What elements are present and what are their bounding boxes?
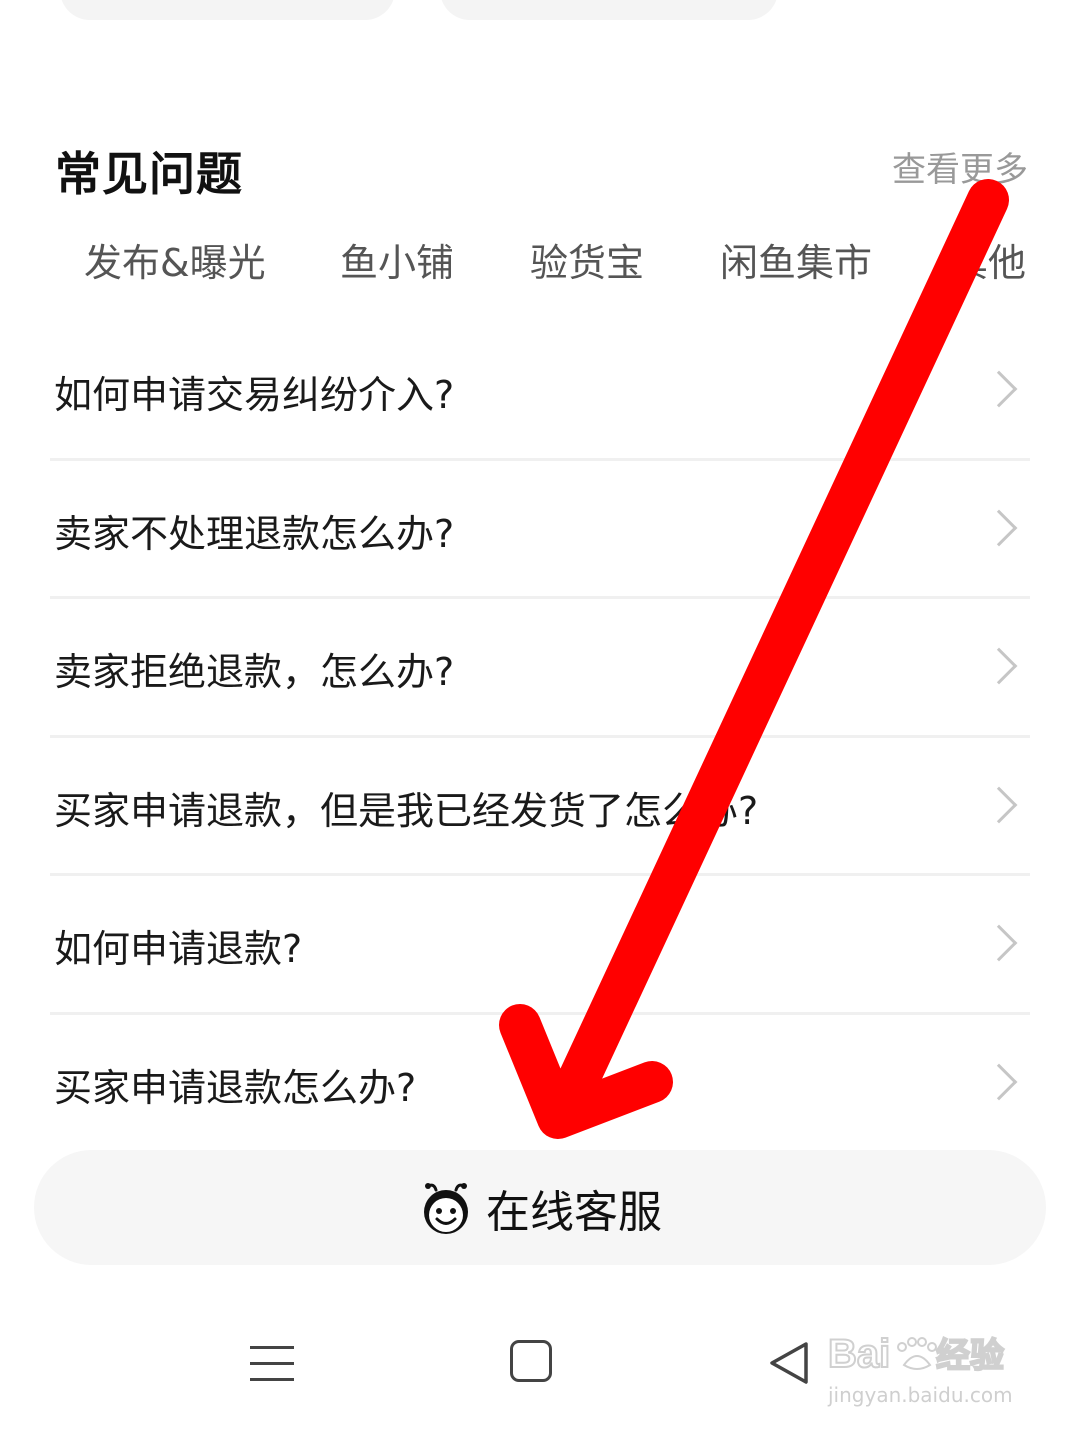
faq-question: 如何申请交易纠纷介入? <box>54 373 455 417</box>
watermark-url: jingyan.baidu.com <box>828 1383 1013 1407</box>
chevron-right-icon <box>980 1063 1018 1100</box>
tab-fish-shop[interactable]: 鱼小铺 <box>340 232 454 287</box>
svg-text:Bai: Bai <box>828 1332 890 1376</box>
top-card-left[interactable] <box>60 0 395 20</box>
tab-fish-market[interactable]: 闲鱼集市 <box>720 232 872 287</box>
tab-publish-exposure[interactable]: 发布&曝光 <box>84 232 266 287</box>
back-icon[interactable] <box>766 1340 812 1386</box>
faq-question: 卖家不处理退款怎么办? <box>54 511 455 556</box>
faq-tabs: 发布&曝光 鱼小铺 验货宝 闲鱼集市 其他 <box>0 232 1080 302</box>
chevron-right-icon <box>980 924 1018 962</box>
faq-header: 常见问题 查看更多 <box>55 128 1028 208</box>
faq-list: 如何申请交易纠纷介入? 卖家不处理退款怎么办? 卖家拒绝退款，怎么办? 买家申请… <box>50 322 1030 1153</box>
faq-item[interactable]: 卖家拒绝退款，怎么办? <box>50 599 1030 738</box>
bee-mascot-icon <box>424 1182 468 1234</box>
faq-item[interactable]: 买家申请退款怎么办? <box>50 1015 1030 1154</box>
tab-inspection[interactable]: 验货宝 <box>530 232 644 287</box>
faq-item[interactable]: 如何申请交易纠纷介入? <box>50 322 1030 461</box>
tab-other[interactable]: 其他 <box>950 232 1026 287</box>
chevron-right-icon <box>980 509 1018 546</box>
faq-question: 卖家拒绝退款，怎么办? <box>54 650 455 694</box>
faq-title: 常见问题 <box>55 147 243 201</box>
top-card-right[interactable] <box>440 0 778 20</box>
faq-item[interactable]: 买家申请退款，但是我已经发货了怎么办? <box>50 738 1030 876</box>
home-icon[interactable] <box>510 1340 552 1382</box>
baidu-logo-icon: Bai 经验 <box>827 1331 1005 1377</box>
faq-question: 买家申请退款，但是我已经发货了怎么办? <box>54 788 759 833</box>
svg-text:经验: 经验 <box>936 1336 1004 1375</box>
chevron-right-icon <box>980 786 1018 823</box>
faq-item[interactable]: 卖家不处理退款怎么办? <box>50 461 1030 599</box>
faq-question: 买家申请退款怎么办? <box>54 1065 417 1110</box>
faq-item[interactable]: 如何申请退款? <box>50 876 1030 1015</box>
faq-question: 如何申请退款? <box>54 927 303 971</box>
menu-icon[interactable] <box>250 1344 296 1384</box>
see-more-link[interactable]: 查看更多 <box>892 142 1028 191</box>
baidu-jingyan-watermark: Bai 经验 jingyan.baidu.com <box>827 1325 1028 1415</box>
chevron-right-icon <box>980 370 1018 408</box>
online-service-label: 在线客服 <box>486 1186 662 1238</box>
online-service-button[interactable]: 在线客服 <box>34 1150 1046 1265</box>
chevron-right-icon <box>980 647 1018 685</box>
